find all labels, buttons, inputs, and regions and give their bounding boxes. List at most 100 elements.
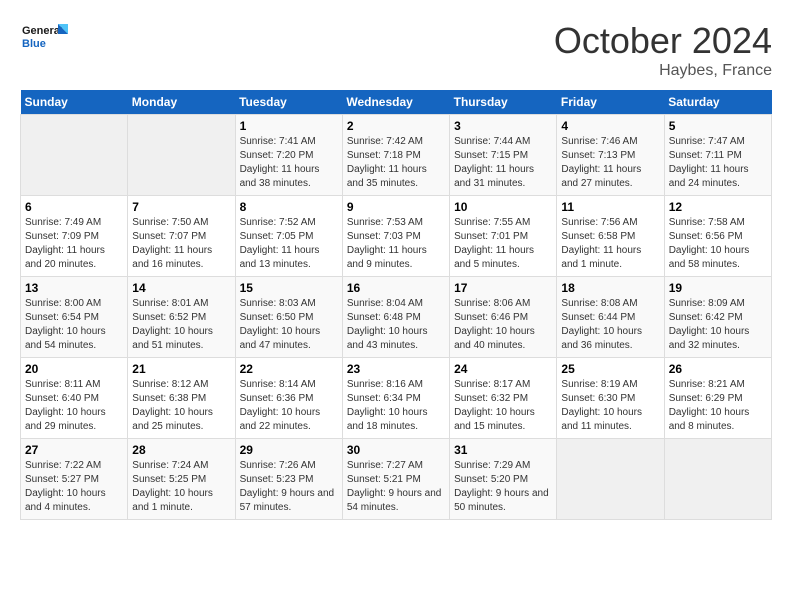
week-row-5: 27 Sunrise: 7:22 AMSunset: 5:27 PMDayligh… — [21, 439, 772, 520]
location-title: Haybes, France — [554, 62, 772, 80]
day-number: 2 — [347, 119, 445, 133]
week-row-4: 20Sunrise: 8:11 AMSunset: 6:40 PMDayligh… — [21, 358, 772, 439]
calendar-cell — [128, 115, 235, 196]
day-info: Sunrise: 7:26 AMSunset: 5:23 PMDaylight:… — [240, 459, 338, 515]
day-info: Sunrise: 7:53 AMSunset: 7:03 PMDaylight:… — [347, 216, 445, 272]
day-number: 11 — [561, 200, 659, 214]
day-number: 16 — [347, 281, 445, 295]
weekday-header-tuesday: Tuesday — [235, 90, 342, 115]
weekday-header-friday: Friday — [557, 90, 664, 115]
day-number: 25 — [561, 362, 659, 376]
logo: General Blue — [20, 20, 70, 56]
day-number: 22 — [240, 362, 338, 376]
day-info: Sunrise: 7:22 AMSunset: 5:27 PMDaylight:… — [25, 459, 123, 515]
day-info: Sunrise: 8:04 AMSunset: 6:48 PMDaylight:… — [347, 297, 445, 353]
calendar-header: SundayMondayTuesdayWednesdayThursdayFrid… — [21, 90, 772, 115]
calendar-cell: 19 Sunrise: 8:09 AMSunset: 6:42 PMDayligh… — [664, 277, 771, 358]
calendar-cell: 1 Sunrise: 7:41 AMSunset: 7:20 PMDaylight… — [235, 115, 342, 196]
calendar-cell: 29 Sunrise: 7:26 AMSunset: 5:23 PMDayligh… — [235, 439, 342, 520]
logo-icon: General Blue — [20, 20, 70, 56]
day-number: 15 — [240, 281, 338, 295]
calendar-cell: 26 Sunrise: 8:21 AMSunset: 6:29 PMDayligh… — [664, 358, 771, 439]
calendar-cell: 4 Sunrise: 7:46 AMSunset: 7:13 PMDaylight… — [557, 115, 664, 196]
calendar-cell: 13 Sunrise: 8:00 AMSunset: 6:54 PMDayligh… — [21, 277, 128, 358]
day-info: Sunrise: 7:56 AMSunset: 6:58 PMDaylight:… — [561, 216, 659, 272]
day-info: Sunrise: 7:42 AMSunset: 7:18 PMDaylight:… — [347, 135, 445, 191]
day-info: Sunrise: 8:09 AMSunset: 6:42 PMDaylight:… — [669, 297, 767, 353]
day-number: 12 — [669, 200, 767, 214]
day-number: 20 — [25, 362, 123, 376]
calendar-cell: 21Sunrise: 8:12 AMSunset: 6:38 PMDayligh… — [128, 358, 235, 439]
day-info: Sunrise: 8:16 AMSunset: 6:34 PMDaylight:… — [347, 378, 445, 434]
calendar-cell: 8 Sunrise: 7:52 AMSunset: 7:05 PMDaylight… — [235, 196, 342, 277]
day-info: Sunrise: 7:52 AMSunset: 7:05 PMDaylight:… — [240, 216, 338, 272]
day-number: 19 — [669, 281, 767, 295]
page-header: General Blue October 2024 Haybes, France — [20, 20, 772, 80]
day-info: Sunrise: 7:41 AMSunset: 7:20 PMDaylight:… — [240, 135, 338, 191]
calendar-cell: 9 Sunrise: 7:53 AMSunset: 7:03 PMDaylight… — [342, 196, 449, 277]
day-info: Sunrise: 7:47 AMSunset: 7:11 PMDaylight:… — [669, 135, 767, 191]
calendar-table: SundayMondayTuesdayWednesdayThursdayFrid… — [20, 90, 772, 520]
calendar-cell: 27 Sunrise: 7:22 AMSunset: 5:27 PMDayligh… — [21, 439, 128, 520]
day-number: 23 — [347, 362, 445, 376]
day-info: Sunrise: 7:55 AMSunset: 7:01 PMDaylight:… — [454, 216, 552, 272]
day-info: Sunrise: 8:14 AMSunset: 6:36 PMDaylight:… — [240, 378, 338, 434]
day-number: 13 — [25, 281, 123, 295]
day-number: 5 — [669, 119, 767, 133]
day-number: 7 — [132, 200, 230, 214]
day-number: 8 — [240, 200, 338, 214]
month-title: October 2024 — [554, 20, 772, 62]
day-number: 9 — [347, 200, 445, 214]
day-number: 27 — [25, 443, 123, 457]
day-number: 10 — [454, 200, 552, 214]
calendar-cell: 28Sunrise: 7:24 AMSunset: 5:25 PMDayligh… — [128, 439, 235, 520]
day-number: 29 — [240, 443, 338, 457]
calendar-cell — [557, 439, 664, 520]
day-info: Sunrise: 7:29 AMSunset: 5:20 PMDaylight:… — [454, 459, 552, 515]
weekday-header-monday: Monday — [128, 90, 235, 115]
calendar-cell: 14 Sunrise: 8:01 AMSunset: 6:52 PMDayligh… — [128, 277, 235, 358]
day-info: Sunrise: 7:50 AMSunset: 7:07 PMDaylight:… — [132, 216, 230, 272]
calendar-cell: 31Sunrise: 7:29 AMSunset: 5:20 PMDayligh… — [450, 439, 557, 520]
calendar-cell: 17Sunrise: 8:06 AMSunset: 6:46 PMDayligh… — [450, 277, 557, 358]
day-info: Sunrise: 8:03 AMSunset: 6:50 PMDaylight:… — [240, 297, 338, 353]
day-number: 14 — [132, 281, 230, 295]
calendar-cell: 18 Sunrise: 8:08 AMSunset: 6:44 PMDayligh… — [557, 277, 664, 358]
title-block: October 2024 Haybes, France — [554, 20, 772, 80]
calendar-cell: 7 Sunrise: 7:50 AMSunset: 7:07 PMDaylight… — [128, 196, 235, 277]
day-info: Sunrise: 8:08 AMSunset: 6:44 PMDaylight:… — [561, 297, 659, 353]
svg-text:General: General — [22, 25, 63, 37]
day-number: 24 — [454, 362, 552, 376]
day-number: 18 — [561, 281, 659, 295]
day-number: 26 — [669, 362, 767, 376]
calendar-cell: 23 Sunrise: 8:16 AMSunset: 6:34 PMDayligh… — [342, 358, 449, 439]
day-number: 30 — [347, 443, 445, 457]
day-info: Sunrise: 8:01 AMSunset: 6:52 PMDaylight:… — [132, 297, 230, 353]
calendar-cell — [21, 115, 128, 196]
day-number: 4 — [561, 119, 659, 133]
svg-text:Blue: Blue — [22, 38, 46, 50]
day-info: Sunrise: 7:44 AMSunset: 7:15 PMDaylight:… — [454, 135, 552, 191]
day-info: Sunrise: 8:00 AMSunset: 6:54 PMDaylight:… — [25, 297, 123, 353]
day-info: Sunrise: 7:46 AMSunset: 7:13 PMDaylight:… — [561, 135, 659, 191]
calendar-cell: 20Sunrise: 8:11 AMSunset: 6:40 PMDayligh… — [21, 358, 128, 439]
weekday-header-saturday: Saturday — [664, 90, 771, 115]
day-number: 3 — [454, 119, 552, 133]
day-info: Sunrise: 7:58 AMSunset: 6:56 PMDaylight:… — [669, 216, 767, 272]
week-row-2: 6Sunrise: 7:49 AMSunset: 7:09 PMDaylight… — [21, 196, 772, 277]
weekday-header-thursday: Thursday — [450, 90, 557, 115]
calendar-cell: 10 Sunrise: 7:55 AMSunset: 7:01 PMDayligh… — [450, 196, 557, 277]
calendar-cell: 11 Sunrise: 7:56 AMSunset: 6:58 PMDayligh… — [557, 196, 664, 277]
calendar-cell: 6Sunrise: 7:49 AMSunset: 7:09 PMDaylight… — [21, 196, 128, 277]
calendar-cell: 30 Sunrise: 7:27 AMSunset: 5:21 PMDayligh… — [342, 439, 449, 520]
day-number: 21 — [132, 362, 230, 376]
calendar-cell — [664, 439, 771, 520]
day-info: Sunrise: 8:17 AMSunset: 6:32 PMDaylight:… — [454, 378, 552, 434]
day-info: Sunrise: 8:21 AMSunset: 6:29 PMDaylight:… — [669, 378, 767, 434]
weekday-header-sunday: Sunday — [21, 90, 128, 115]
day-info: Sunrise: 8:19 AMSunset: 6:30 PMDaylight:… — [561, 378, 659, 434]
day-number: 1 — [240, 119, 338, 133]
day-number: 28 — [132, 443, 230, 457]
calendar-cell: 15 Sunrise: 8:03 AMSunset: 6:50 PMDayligh… — [235, 277, 342, 358]
day-info: Sunrise: 7:27 AMSunset: 5:21 PMDaylight:… — [347, 459, 445, 515]
